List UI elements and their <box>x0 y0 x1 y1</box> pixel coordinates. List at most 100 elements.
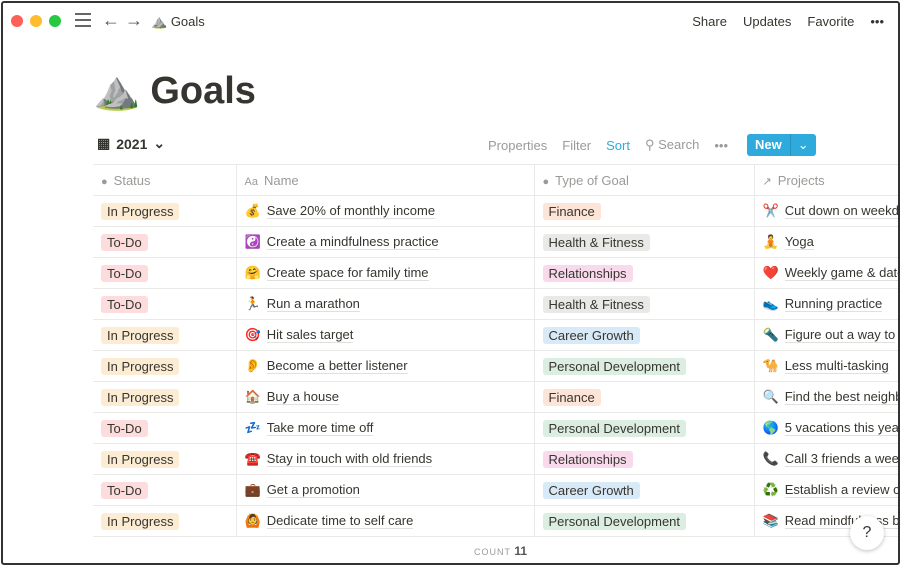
table-row[interactable]: To-Do 🏃 Run a marathon Health & Fitness 👟… <box>93 288 898 320</box>
type-cell[interactable]: Finance <box>533 381 754 413</box>
goal-name[interactable]: Become a better listener <box>266 358 408 374</box>
goal-name[interactable]: Dedicate time to self care <box>266 513 414 529</box>
table-row[interactable]: To-Do 💤 Take more time off Personal Devel… <box>93 412 898 444</box>
type-cell[interactable]: Personal Development <box>533 350 754 382</box>
name-cell[interactable]: 🏃 Run a marathon <box>235 288 534 320</box>
sort-button[interactable]: Sort <box>606 138 630 153</box>
new-button[interactable]: New <box>747 134 790 156</box>
type-cell[interactable]: Finance <box>533 195 754 227</box>
new-dropdown-button[interactable]: ⌄ <box>789 134 816 156</box>
project-link[interactable]: Weekly game & date <box>784 265 898 281</box>
goal-name[interactable]: Run a marathon <box>266 296 360 312</box>
project-link[interactable]: Yoga <box>784 234 814 250</box>
type-cell[interactable]: Career Growth <box>533 319 754 351</box>
maximize-window-button[interactable] <box>49 15 61 27</box>
status-cell[interactable]: To-Do <box>93 412 236 444</box>
goal-name[interactable]: Buy a house <box>266 389 339 405</box>
project-link[interactable]: 5 vacations this year <box>784 420 898 436</box>
status-cell[interactable]: To-Do <box>93 474 236 506</box>
goal-name[interactable]: Hit sales target <box>266 327 354 343</box>
table-row[interactable]: In Progress 🏠 Buy a house Finance 🔍 Find t… <box>93 381 898 413</box>
project-cell[interactable]: 👟 Running practice <box>753 288 898 320</box>
type-cell[interactable]: Health & Fitness <box>533 226 754 258</box>
table-row[interactable]: In Progress ☎️ Stay in touch with old fri… <box>93 443 898 475</box>
project-cell[interactable]: 📞 Call 3 friends a week <box>753 443 898 475</box>
column-header-name[interactable]: Aa Name <box>235 164 534 196</box>
project-cell[interactable]: 🐪 Less multi-tasking <box>753 350 898 382</box>
goal-name[interactable]: Save 20% of monthly income <box>266 203 436 219</box>
column-header-type-of-goal[interactable]: ● Type of Goal <box>533 164 754 196</box>
name-cell[interactable]: ☯️ Create a mindfulness practice <box>235 226 534 258</box>
project-link[interactable]: Cut down on weekd <box>784 203 898 219</box>
goal-name[interactable]: Stay in touch with old friends <box>266 451 433 467</box>
status-cell[interactable]: To-Do <box>93 257 236 289</box>
status-cell[interactable]: In Progress <box>93 381 236 413</box>
goal-type-tag: Health & Fitness <box>542 233 650 251</box>
table-row[interactable]: In Progress 💰 Save 20% of monthly income … <box>93 195 898 227</box>
type-cell[interactable]: Relationships <box>533 257 754 289</box>
type-cell[interactable]: Health & Fitness <box>533 288 754 320</box>
project-cell[interactable]: 🧘 Yoga <box>753 226 898 258</box>
name-cell[interactable]: 💰 Save 20% of monthly income <box>235 195 534 227</box>
project-link[interactable]: Less multi-tasking <box>784 358 889 374</box>
table-row[interactable]: In Progress 👂 Become a better listener Pe… <box>93 350 898 382</box>
name-cell[interactable]: 💼 Get a promotion <box>235 474 534 506</box>
column-header-projects[interactable]: ↗ Projects <box>753 164 898 196</box>
name-cell[interactable]: 🏠 Buy a house <box>235 381 534 413</box>
type-cell[interactable]: Relationships <box>533 443 754 475</box>
type-cell[interactable]: Personal Development <box>533 505 754 537</box>
minimize-window-button[interactable] <box>30 15 42 27</box>
view-selector[interactable]: ▦ 2021 ⌄ <box>97 135 165 152</box>
project-cell[interactable]: 🌎 5 vacations this year <box>753 412 898 444</box>
sidebar-menu-icon[interactable] <box>75 13 91 27</box>
status-cell[interactable]: In Progress <box>93 443 236 475</box>
project-cell[interactable]: ❤️ Weekly game & date <box>753 257 898 289</box>
share-button[interactable]: Share <box>692 14 727 29</box>
breadcrumb[interactable]: ⛰️ Goals <box>151 14 205 30</box>
project-link[interactable]: Figure out a way to <box>784 327 896 343</box>
goal-name[interactable]: Create a mindfulness practice <box>266 234 439 250</box>
name-cell[interactable]: 💤 Take more time off <box>235 412 534 444</box>
search-button[interactable]: ⚲ Search <box>645 137 699 153</box>
help-button[interactable]: ? <box>850 516 884 550</box>
back-arrow-icon[interactable]: ← <box>102 10 120 31</box>
type-cell[interactable]: Personal Development <box>533 412 754 444</box>
name-cell[interactable]: 👂 Become a better listener <box>235 350 534 382</box>
status-cell[interactable]: To-Do <box>93 226 236 258</box>
goal-name[interactable]: Take more time off <box>266 420 374 436</box>
favorite-button[interactable]: Favorite <box>807 14 854 29</box>
project-cell[interactable]: ✂️ Cut down on weekd <box>753 195 898 227</box>
project-link[interactable]: Running practice <box>784 296 883 312</box>
close-window-button[interactable] <box>11 15 23 27</box>
status-cell[interactable]: In Progress <box>93 505 236 537</box>
project-cell[interactable]: 🔍 Find the best neighb <box>753 381 898 413</box>
status-cell[interactable]: In Progress <box>93 350 236 382</box>
status-cell[interactable]: In Progress <box>93 195 236 227</box>
name-cell[interactable]: 🤗 Create space for family time <box>235 257 534 289</box>
status-cell[interactable]: In Progress <box>93 319 236 351</box>
updates-button[interactable]: Updates <box>743 14 791 29</box>
name-cell[interactable]: 🙆 Dedicate time to self care <box>235 505 534 537</box>
name-cell[interactable]: ☎️ Stay in touch with old friends <box>235 443 534 475</box>
more-options-button[interactable]: ••• <box>870 14 884 29</box>
status-cell[interactable]: To-Do <box>93 288 236 320</box>
type-cell[interactable]: Career Growth <box>533 474 754 506</box>
table-row[interactable]: To-Do 💼 Get a promotion Career Growth ♻️ E… <box>93 474 898 506</box>
project-link[interactable]: Establish a review c <box>784 482 898 498</box>
table-row[interactable]: In Progress 🎯 Hit sales target Career Gro… <box>93 319 898 351</box>
project-link[interactable]: Find the best neighb <box>784 389 898 405</box>
goal-name[interactable]: Create space for family time <box>266 265 429 281</box>
name-cell[interactable]: 🎯 Hit sales target <box>235 319 534 351</box>
table-row[interactable]: In Progress 🙆 Dedicate time to self care … <box>93 505 898 537</box>
properties-button[interactable]: Properties <box>488 138 547 153</box>
forward-arrow-icon[interactable]: → <box>125 10 143 31</box>
project-cell[interactable]: ♻️ Establish a review c <box>753 474 898 506</box>
goal-name[interactable]: Get a promotion <box>266 482 360 498</box>
more-toolbar-button[interactable]: ••• <box>714 138 728 153</box>
project-cell[interactable]: 🔦 Figure out a way to <box>753 319 898 351</box>
table-row[interactable]: To-Do 🤗 Create space for family time Rela… <box>93 257 898 289</box>
column-header-status[interactable]: ● Status <box>93 164 236 196</box>
table-row[interactable]: To-Do ☯️ Create a mindfulness practice He… <box>93 226 898 258</box>
filter-button[interactable]: Filter <box>562 138 591 153</box>
project-link[interactable]: Call 3 friends a week <box>784 451 898 467</box>
